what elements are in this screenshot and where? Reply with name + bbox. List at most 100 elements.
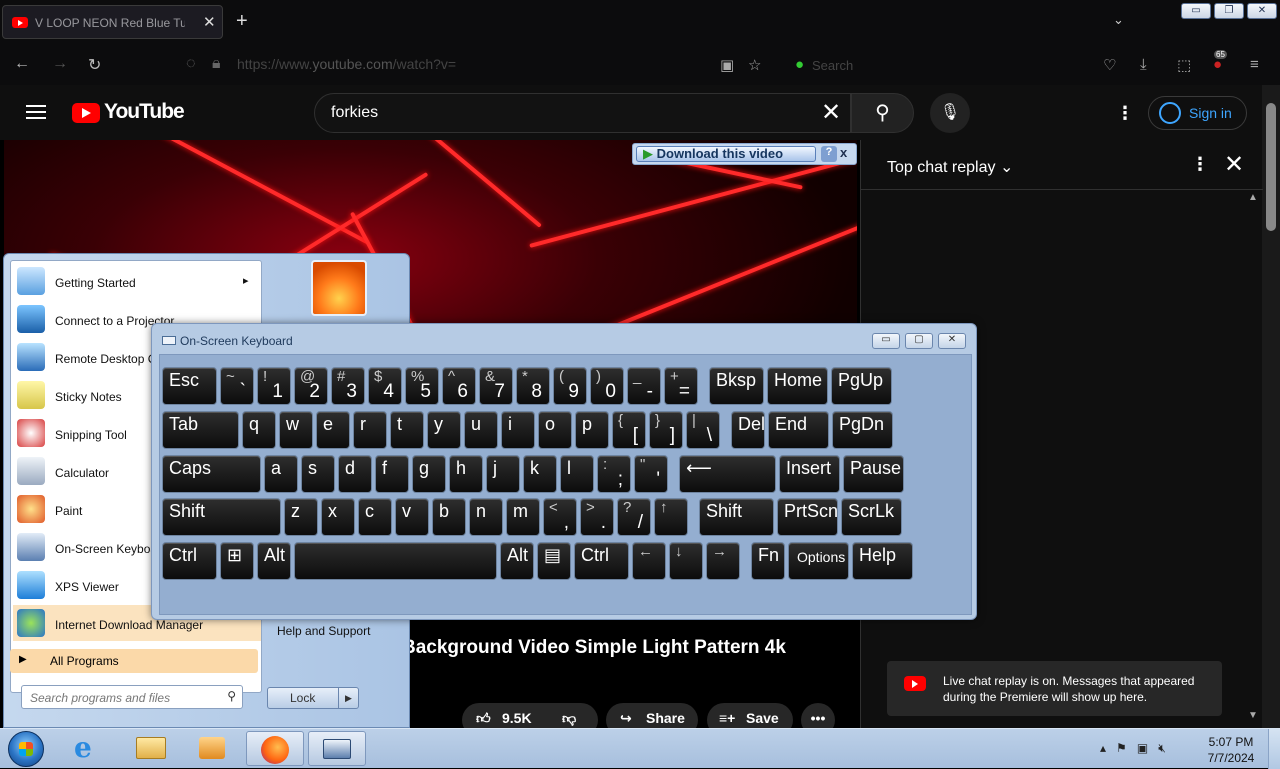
osk-key[interactable]: h [449,455,483,493]
osk-key[interactable]: ? / [617,498,651,536]
user-picture[interactable] [311,260,367,316]
show-desktop-button[interactable] [1268,729,1280,769]
osk-key[interactable]: g [412,455,446,493]
osk-key[interactable]: ▤ [537,542,571,580]
osk-key[interactable]: → [706,542,740,580]
osk-key[interactable]: ScrLk [841,498,902,536]
osk-key[interactable]: _ - [627,367,661,405]
search-button[interactable]: ⚲ [851,93,914,133]
osk-key[interactable]: o [538,411,572,449]
osk-key[interactable]: | \ [686,411,720,449]
volume-muted-icon[interactable]: 🔇︎ [1158,741,1166,755]
chat-close-icon[interactable]: ✕ [1224,150,1244,179]
osk-close-button[interactable]: ✕ [938,333,966,349]
osk-key[interactable]: #3 [331,367,365,405]
search-input[interactable]: forkies ✕ [314,93,851,133]
osk-key[interactable]: b [432,498,466,536]
osk-key[interactable]: Shift [699,498,774,536]
osk-key[interactable]: v [395,498,429,536]
osk-key[interactable]: ← [632,542,666,580]
chevron-down-icon[interactable]: ⌄ [1113,12,1124,28]
lock-icon[interactable]: 🔒︎ [212,55,221,73]
osk-key[interactable]: Alt [257,542,291,580]
osk-key[interactable]: <, [543,498,577,536]
osk-key[interactable]: f [375,455,409,493]
osk-key[interactable]: (9 [553,367,587,405]
osk-key[interactable]: ^ 6 [442,367,476,405]
close-window-button[interactable]: ✕ [1247,3,1277,19]
osk-key[interactable]: y [427,411,461,449]
all-programs-button[interactable]: ▶ All Programs [10,649,258,673]
osk-key[interactable]: j [486,455,520,493]
osk-key[interactable]: Del [731,411,765,449]
page-scrollbar[interactable] [1262,85,1280,728]
search-engine-icon[interactable]: ● [795,56,804,73]
osk-key[interactable]: >. [580,498,614,536]
taskbar-explorer[interactable] [122,731,180,766]
osk-key[interactable]: e [316,411,350,449]
osk-key[interactable]: p [575,411,609,449]
picture-in-picture-icon[interactable]: ▣ [720,56,734,74]
hamburger-menu-icon[interactable] [26,105,46,119]
osk-key[interactable]: $4 [368,367,402,405]
osk-key[interactable]: Shift [162,498,281,536]
osk-key[interactable]: " ' [634,455,668,493]
download-video-button[interactable]: ▶ Download this video [636,146,816,162]
osk-key[interactable]: Bksp [709,367,764,405]
osk-key[interactable]: n [469,498,503,536]
start-button[interactable] [8,731,44,767]
osk-key[interactable]: q [242,411,276,449]
help-and-support-link[interactable]: Help and Support [277,624,370,638]
more-options-icon[interactable]: ⋮ [1116,103,1134,124]
osk-key[interactable]: % 5 [405,367,439,405]
osk-key[interactable]: ↑ [654,498,688,536]
osk-key[interactable]: m [506,498,540,536]
osk-key[interactable]: & 7 [479,367,513,405]
osk-key[interactable] [294,542,497,580]
minimize-button[interactable]: ▭ [1181,3,1211,19]
shutdown-options-icon[interactable]: ▶ [338,688,358,708]
extensions-icon[interactable]: ⬚ [1177,56,1191,74]
download-help-button[interactable]: ? [821,146,837,162]
osk-key[interactable]: + = [664,367,698,405]
download-icon[interactable]: ⤓ [1140,56,1147,73]
clear-search-icon[interactable]: ✕ [821,98,841,127]
osk-key[interactable]: z [284,498,318,536]
osk-key[interactable]: * 8 [516,367,550,405]
osk-key[interactable]: End [768,411,829,449]
chat-more-icon[interactable]: ⋮ [1191,154,1209,175]
taskbar-on-screen-keyboard[interactable] [308,731,366,766]
osk-key[interactable]: ⟵ [679,455,776,493]
menu-icon[interactable]: ≡ [1250,56,1259,73]
forward-icon[interactable]: → [52,55,68,73]
osk-key[interactable]: ) 0 [590,367,624,405]
bookmark-star-icon[interactable]: ☆ [748,56,761,74]
chat-scroll-down-icon[interactable]: ▼ [1248,710,1258,721]
url-bar[interactable]: https://www.youtube.com/watch?v= [237,56,597,72]
osk-key[interactable]: PgUp [831,367,892,405]
osk-key[interactable]: Help [852,542,913,580]
scrollbar-thumb[interactable] [1266,103,1276,231]
osk-key[interactable]: PrtScn [777,498,838,536]
start-search-input[interactable]: Search programs and files ⚲ [21,685,243,709]
osk-key[interactable]: ↓ [669,542,703,580]
close-tab-icon[interactable]: ✕ [203,13,216,31]
pocket-icon[interactable]: ♡ [1103,56,1116,74]
osk-minimize-button[interactable]: ▭ [872,333,900,349]
network-icon[interactable]: ▣ [1137,741,1148,755]
start-item-getting-started[interactable]: Getting Started ▸ [13,263,261,299]
osk-key[interactable]: ~ ` [220,367,254,405]
flag-icon[interactable]: ⚑ [1116,741,1127,755]
sign-in-button[interactable]: Sign in [1148,96,1247,130]
voice-search-button[interactable]: 🎙︎ [930,93,970,133]
osk-key[interactable]: Home [767,367,828,405]
chat-scroll-up-icon[interactable]: ▲ [1248,192,1258,203]
osk-key[interactable]: w [279,411,313,449]
show-hidden-icons[interactable]: ▴ [1100,741,1106,755]
clock[interactable]: 5:07 PM 7/7/2024 [1200,734,1262,766]
taskbar-media-player[interactable] [184,731,242,766]
lock-button[interactable]: Lock ▶ [267,687,359,709]
osk-key[interactable]: Pause [843,455,904,493]
download-close-button[interactable]: x [840,145,847,160]
osk-key[interactable]: Ctrl [162,542,217,580]
